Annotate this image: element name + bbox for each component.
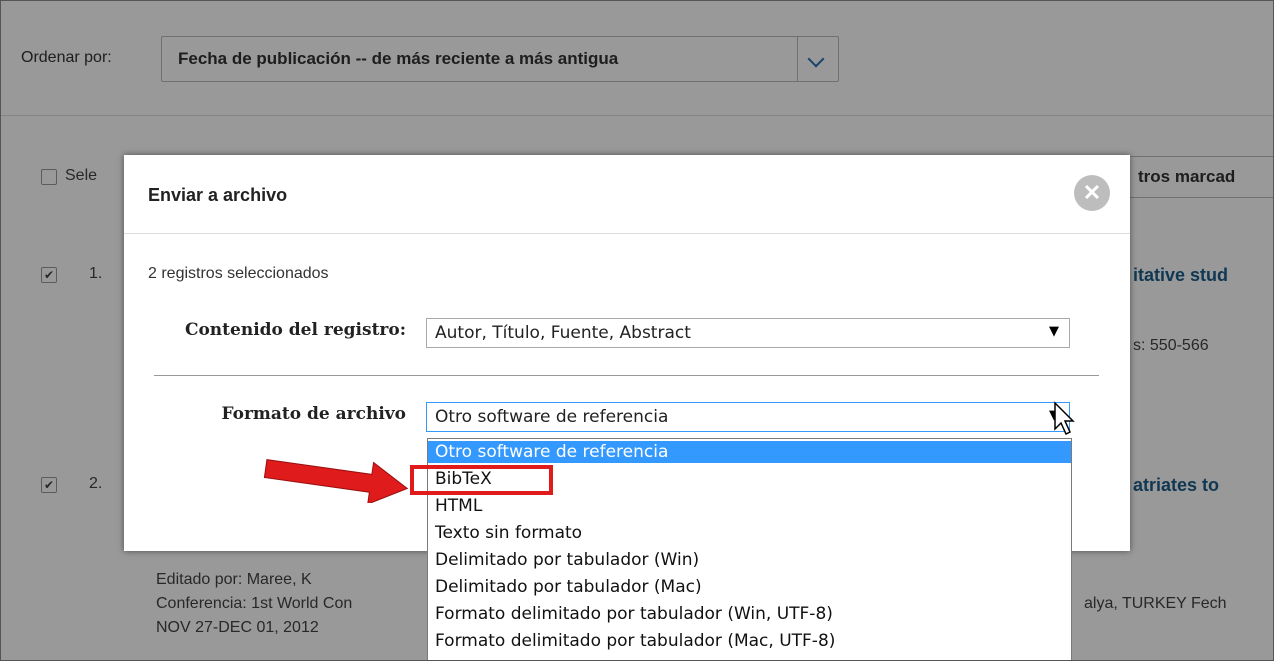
format-option-tab-win[interactable]: Delimitado por tabulador (Win) bbox=[428, 549, 1071, 571]
format-option-tab-win-utf8[interactable]: Formato delimitado por tabulador (Win, U… bbox=[428, 603, 1071, 625]
format-select[interactable]: Otro software de referencia ▼ bbox=[426, 402, 1070, 432]
close-icon[interactable]: ✕ bbox=[1074, 175, 1110, 211]
annotation-highlight-box bbox=[410, 465, 553, 495]
format-option-tab-mac[interactable]: Delimitado por tabulador (Mac) bbox=[428, 576, 1071, 598]
screenshot-frame: Ordenar por: Fecha de publicación -- de … bbox=[0, 0, 1274, 661]
format-option-other[interactable]: Otro software de referencia bbox=[428, 441, 1071, 463]
format-label: Formato de archivo bbox=[221, 404, 406, 424]
content-select[interactable]: Autor, Título, Fuente, Abstract ▼ bbox=[426, 318, 1070, 348]
format-select-value: Otro software de referencia bbox=[435, 407, 669, 427]
dialog-title: Enviar a archivo bbox=[148, 185, 288, 205]
dialog-header: Enviar a archivo ✕ bbox=[124, 155, 1130, 234]
mouse-cursor-icon bbox=[1054, 401, 1075, 436]
format-option-html[interactable]: HTML bbox=[428, 495, 1071, 517]
annotation-arrow-icon bbox=[263, 459, 409, 503]
content-select-value: Autor, Título, Fuente, Abstract bbox=[435, 323, 691, 343]
selected-count: 2 registros seleccionados bbox=[148, 265, 329, 282]
divider bbox=[154, 375, 1099, 376]
content-label: Contenido del registro: bbox=[184, 320, 406, 340]
dropdown-arrow-icon: ▼ bbox=[1049, 324, 1059, 339]
format-option-tab-mac-utf8[interactable]: Formato delimitado por tabulador (Mac, U… bbox=[428, 630, 1071, 652]
format-option-plain-text[interactable]: Texto sin formato bbox=[428, 522, 1071, 544]
